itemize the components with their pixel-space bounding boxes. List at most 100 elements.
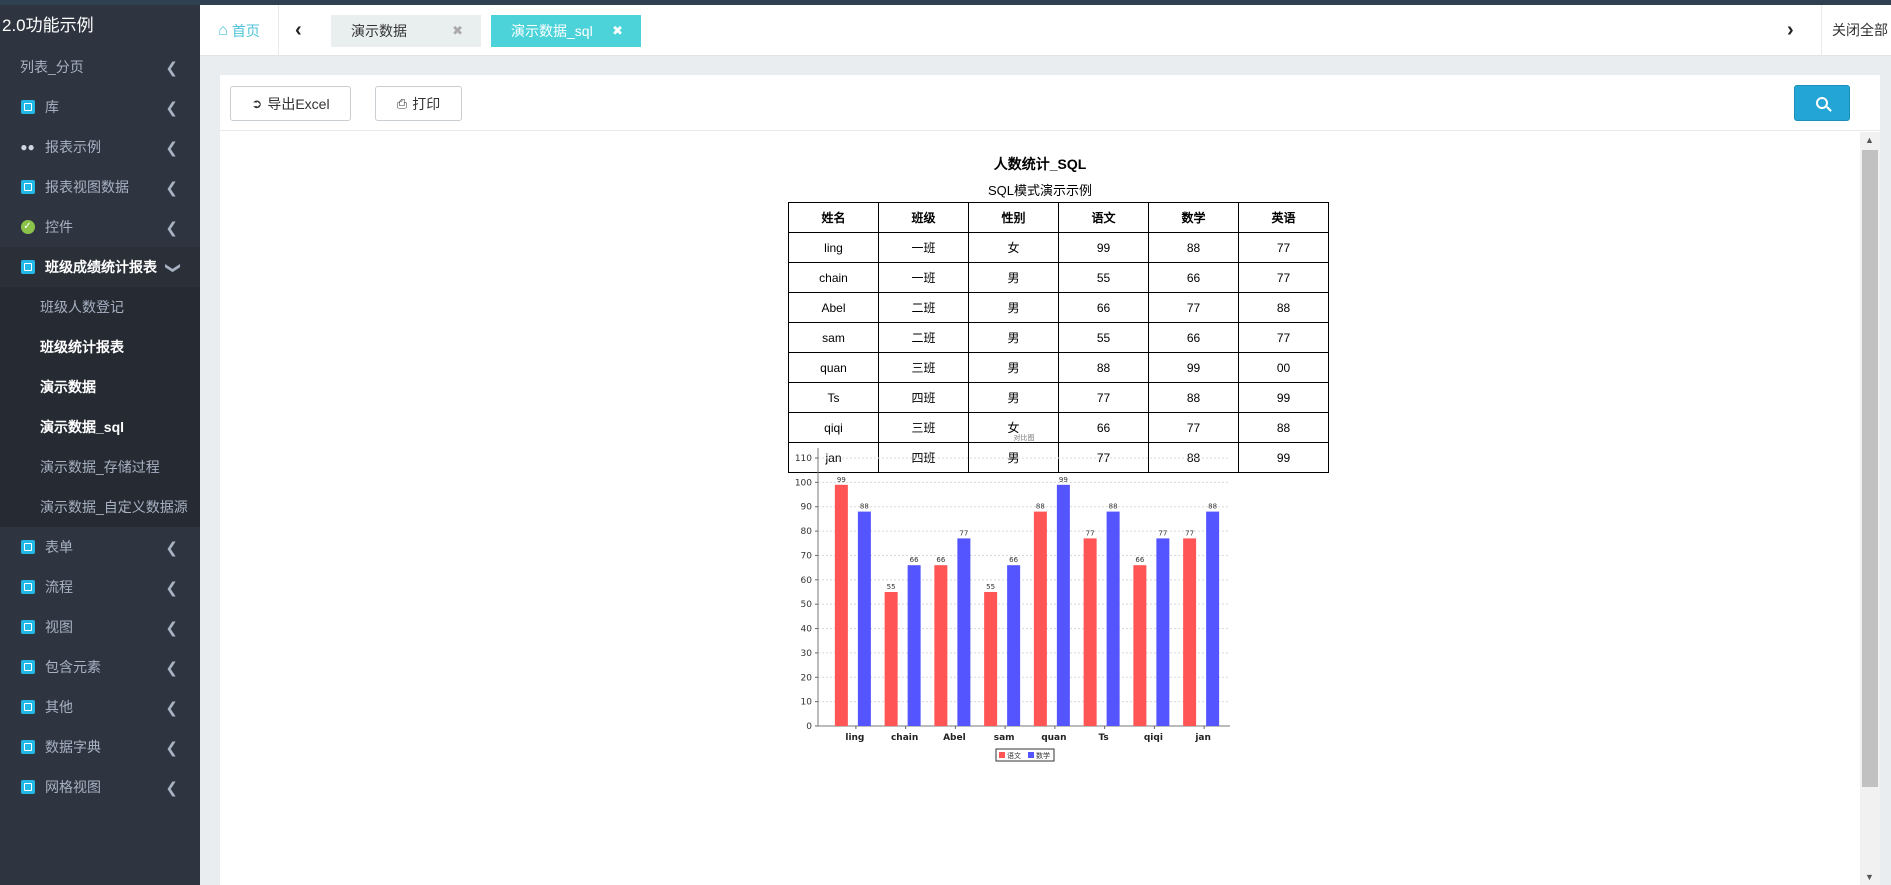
sidebar-item-controls[interactable]: ✓ 控件 ❮ [0, 207, 200, 247]
sidebar-item-label: 数据字典 [45, 739, 101, 755]
cube-icon [20, 540, 35, 555]
chevron-left-icon: ❮ [165, 620, 178, 637]
chevron-left-icon[interactable]: ‹ [295, 19, 302, 42]
x-tick-label: Abel [943, 733, 966, 743]
bar-value-label: 77 [1158, 529, 1167, 537]
tab-demo-data[interactable]: 演示数据 ✖ [331, 15, 481, 47]
sidebar-item-list-paging[interactable]: 列表_分页 ❮ [0, 47, 200, 87]
column-header: 班级 [878, 202, 969, 233]
submenu-item[interactable]: 演示数据 [0, 367, 200, 407]
table-cell: 男 [968, 322, 1059, 353]
sidebar-item-dictionary[interactable]: 数据字典 ❮ [0, 727, 200, 767]
legend-label: 语文 [1007, 751, 1021, 760]
x-tick-label: ling [845, 733, 864, 743]
top-strip [0, 0, 1891, 5]
print-button[interactable]: ⎙ 打印 [375, 86, 462, 121]
bar-value-label: 99 [837, 476, 846, 484]
y-tick-label: 90 [801, 503, 813, 513]
y-tick-label: 100 [795, 478, 812, 488]
table-cell: 77 [1238, 232, 1329, 263]
close-icon[interactable]: ✖ [452, 23, 463, 39]
table-cell: sam [788, 322, 879, 353]
search-button[interactable] [1794, 85, 1850, 121]
table-cell: 一班 [878, 262, 969, 293]
sidebar-item-report-view-data[interactable]: 报表视图数据 ❮ [0, 167, 200, 207]
table-row: Abel 二班男 66 77 88 [788, 292, 1329, 323]
check-circle-icon: ✓ [20, 220, 35, 235]
table-cell: 二班 [878, 292, 969, 323]
bar-value-label: 88 [860, 503, 869, 511]
tab-home[interactable]: ⌂ 首页 [200, 5, 279, 56]
close-all-button[interactable]: 关闭全部 [1821, 5, 1891, 56]
submenu-item-active[interactable]: 演示数据_sql [0, 407, 200, 447]
table-cell: Abel [788, 292, 879, 323]
table-cell: quan [788, 352, 879, 383]
tab-demo-data-sql[interactable]: 演示数据_sql ✖ [491, 15, 641, 47]
column-header: 语文 [1058, 202, 1149, 233]
table-cell: 男 [968, 262, 1059, 293]
table-cell: 88 [1058, 352, 1149, 383]
sidebar-item-class-score-report[interactable]: 班级成绩统计报表 ❮ [0, 247, 200, 287]
table-row: quan 三班男 88 99 00 [788, 352, 1329, 383]
chevron-left-icon: ❮ [165, 180, 178, 197]
sidebar-item-label: 视图 [45, 619, 73, 635]
report-subtitle: SQL模式演示示例 [987, 183, 1092, 198]
vertical-scrollbar[interactable]: ▲ ▼ [1860, 132, 1880, 885]
cube-icon [20, 780, 35, 795]
chevron-right-icon[interactable]: › [1787, 19, 1794, 42]
scroll-down-arrow-icon[interactable]: ▼ [1865, 872, 1874, 882]
chevron-left-icon: ❮ [165, 60, 178, 77]
export-excel-label: 导出Excel [267, 95, 330, 112]
chevron-left-icon: ❮ [165, 140, 178, 157]
submenu-item[interactable]: 演示数据_自定义数据源 [0, 487, 200, 527]
chevron-down-icon: ❮ [163, 261, 181, 275]
table-cell: 77 [1238, 322, 1329, 353]
scrollbar-thumb[interactable] [1862, 150, 1878, 787]
sidebar-item-elements[interactable]: 包含元素 ❮ [0, 647, 200, 687]
sidebar-item-label: 其他 [45, 699, 73, 715]
sidebar-item-report-examples[interactable]: ●● 报表示例 ❮ [0, 127, 200, 167]
tab-label: 演示数据_sql [511, 23, 593, 39]
report-view: 人数统计_SQL SQL模式演示示例 姓名 班级 性别 语文 数学 英语 lin… [220, 132, 1860, 885]
cube-icon [20, 740, 35, 755]
column-header: 数学 [1148, 202, 1239, 233]
submenu-item[interactable]: 班级人数登记 [0, 287, 200, 327]
bar-value-label: 55 [887, 583, 896, 591]
bar-value-label: 88 [1036, 503, 1045, 511]
sidebar-item-library[interactable]: 库 ❮ [0, 87, 200, 127]
sidebar-item-label: 班级成绩统计报表 [45, 259, 157, 275]
export-excel-button[interactable]: ➲ 导出Excel [230, 86, 351, 121]
bar [1007, 565, 1021, 726]
bar [957, 538, 971, 726]
chart-title: 对比图 [1014, 433, 1035, 442]
sidebar-item-other[interactable]: 其他 ❮ [0, 687, 200, 727]
close-icon[interactable]: ✖ [612, 23, 623, 39]
sidebar-item-label: 流程 [45, 579, 73, 595]
report-title: 人数统计_SQL [993, 156, 1087, 172]
cube-icon [20, 180, 35, 195]
submenu-item[interactable]: 班级统计报表 [0, 327, 200, 367]
submenu-item[interactable]: 演示数据_存储过程 [0, 447, 200, 487]
bar [1106, 511, 1120, 726]
sidebar-item-grid-view[interactable]: 网格视图 ❮ [0, 767, 200, 807]
y-tick-label: 110 [795, 454, 812, 464]
sidebar-item-forms[interactable]: 表单 ❮ [0, 527, 200, 567]
table-cell: 一班 [878, 232, 969, 263]
table-cell: 55 [1058, 262, 1149, 293]
sidebar-item-workflow[interactable]: 流程 ❮ [0, 567, 200, 607]
bar [1156, 538, 1170, 726]
bar-value-label: 66 [1009, 556, 1018, 564]
sidebar-item-views[interactable]: 视图 ❮ [0, 607, 200, 647]
chevron-left-icon: ❮ [165, 220, 178, 237]
scroll-up-arrow-icon[interactable]: ▲ [1865, 135, 1874, 145]
table-cell: 99 [1238, 382, 1329, 413]
y-tick-label: 50 [801, 600, 813, 610]
bar [1056, 484, 1070, 726]
column-header: 姓名 [788, 202, 879, 233]
x-tick-label: jan [1194, 733, 1211, 743]
chevron-left-icon: ❮ [165, 580, 178, 597]
bar [857, 511, 871, 726]
table-cell: 66 [1058, 292, 1149, 323]
legend-label: 数学 [1036, 751, 1050, 760]
table-cell: 男 [968, 292, 1059, 323]
